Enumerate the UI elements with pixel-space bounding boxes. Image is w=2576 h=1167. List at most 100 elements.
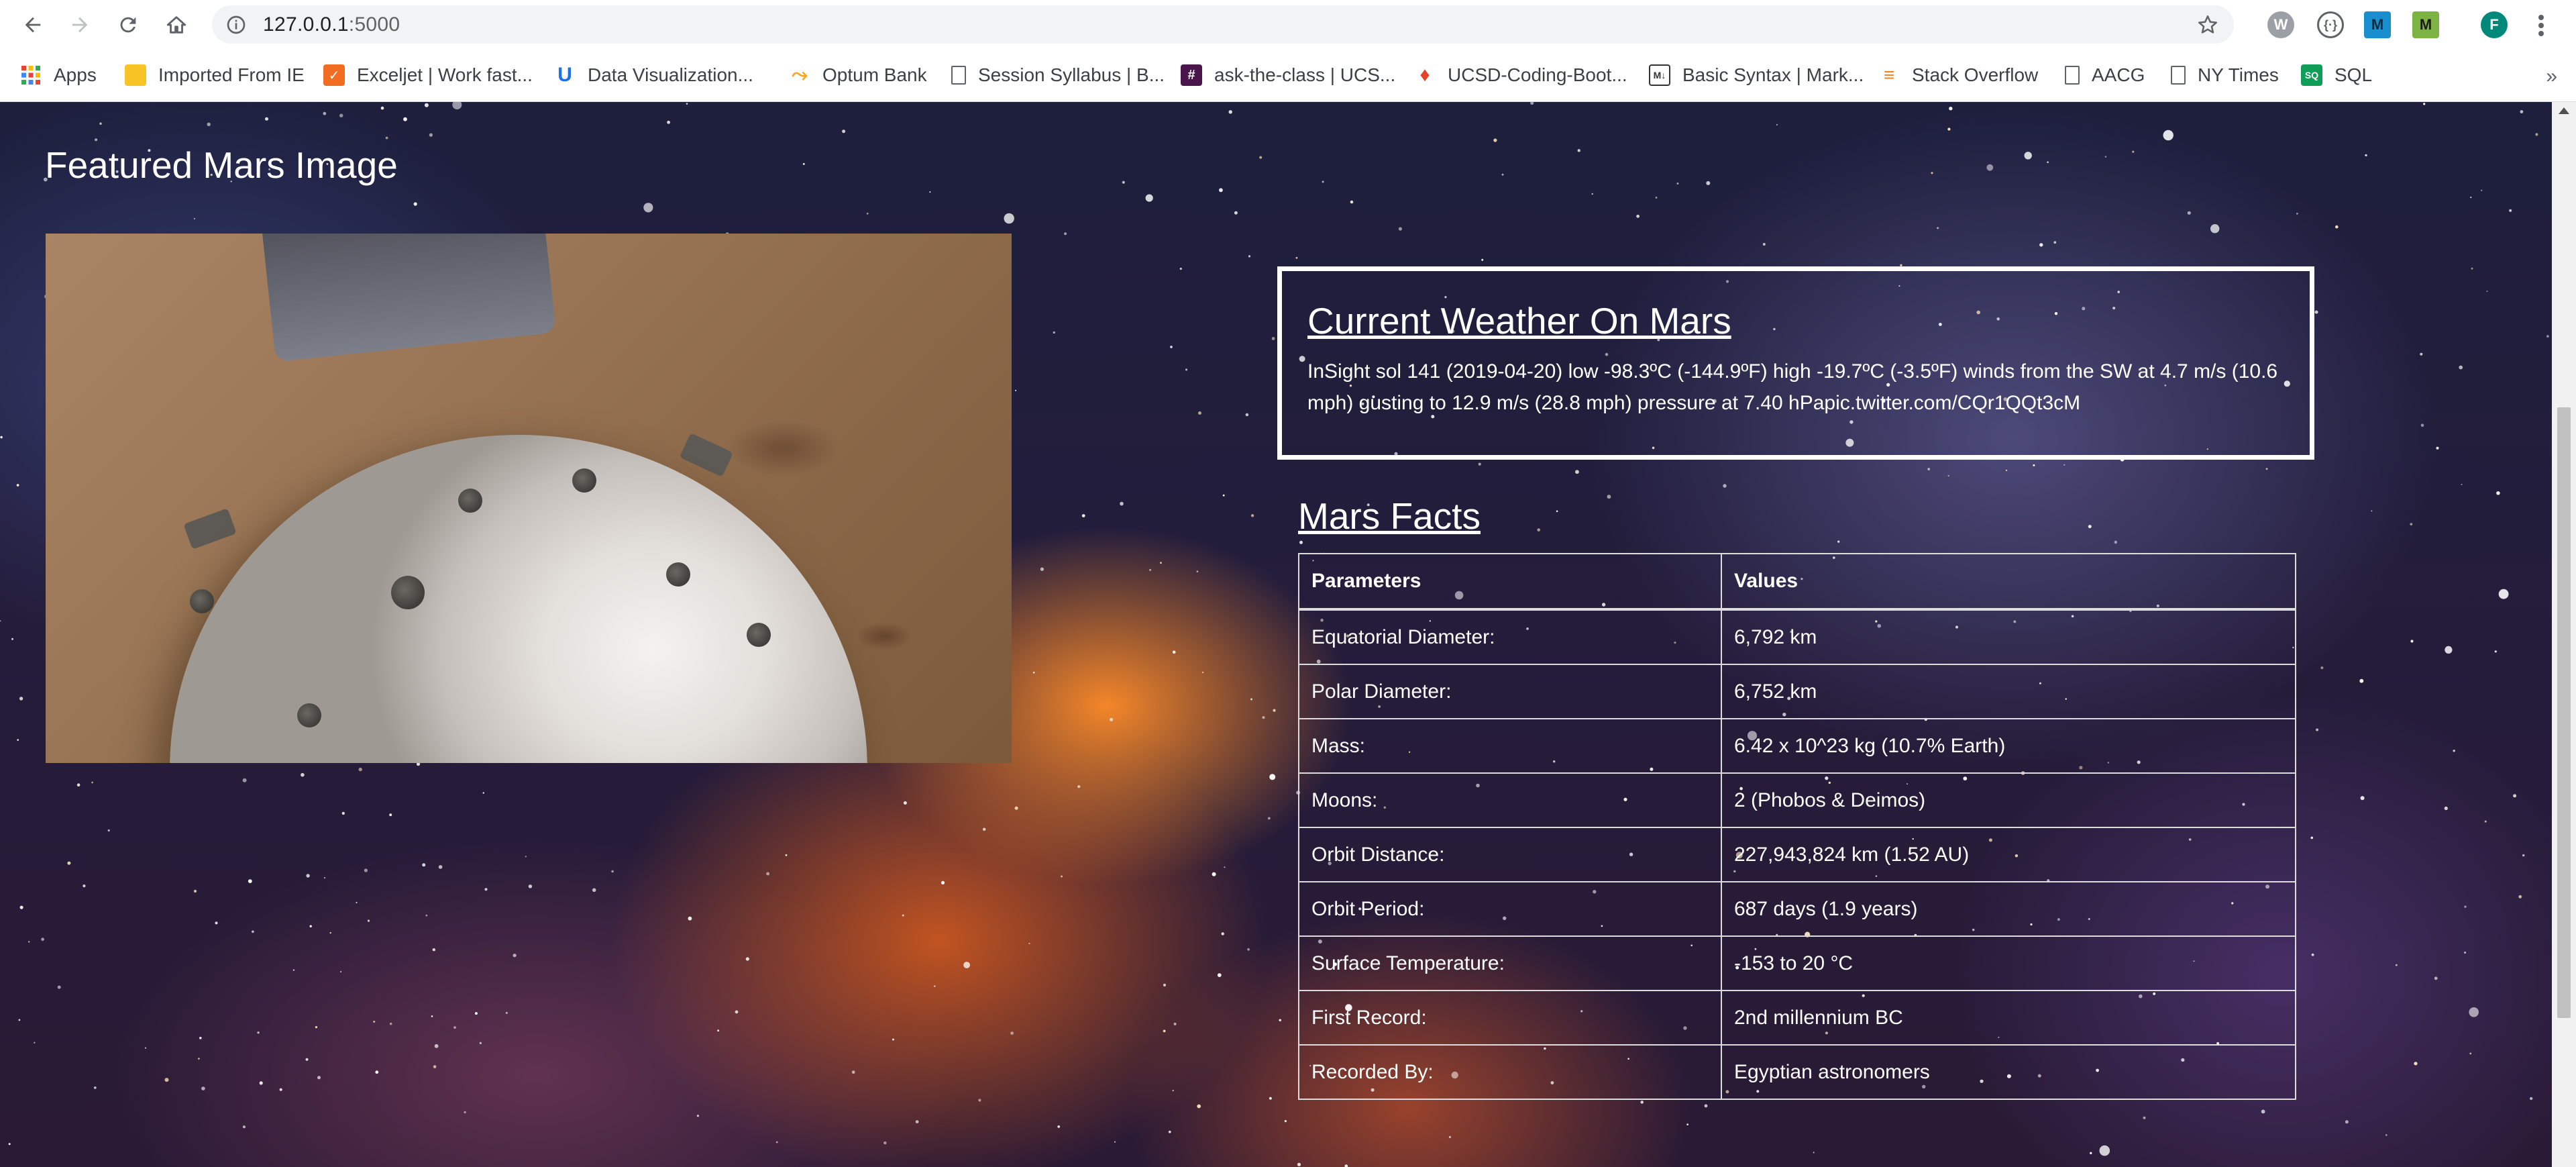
star: [1947, 474, 1949, 477]
star: [259, 1081, 263, 1085]
bookmark-data-visualization[interactable]: U Data Visualization...: [554, 62, 753, 88]
star: [929, 191, 931, 193]
star: [2470, 197, 2472, 199]
scroll-up-arrow-icon[interactable]: [2559, 107, 2569, 114]
bookmark-stack-overflow[interactable]: ≡ Stack Overflow: [1878, 62, 2038, 88]
star: [1198, 411, 1201, 415]
back-button[interactable]: [17, 9, 48, 40]
star: [323, 111, 327, 115]
table-header-row: Parameters Values: [1298, 553, 2296, 611]
bookmark-imported-from-ie[interactable]: Imported From IE: [125, 62, 305, 88]
star: [1224, 866, 1226, 868]
home-button[interactable]: [161, 9, 192, 40]
bookmark-sql[interactable]: SQ SQL: [2301, 62, 2372, 88]
star: [851, 1070, 855, 1074]
star: [1221, 932, 1224, 935]
star: [2099, 1145, 2110, 1156]
star: [802, 163, 805, 165]
dome-bolt: [572, 468, 596, 493]
info-icon[interactable]: [225, 14, 247, 36]
bookmark-star-icon[interactable]: [2196, 13, 2219, 36]
star: [717, 1029, 719, 1032]
star: [413, 202, 417, 206]
star: [305, 1058, 309, 1061]
page-scrollbar[interactable]: [2552, 102, 2576, 1167]
star: [2420, 352, 2423, 356]
star: [309, 925, 312, 927]
star: [2459, 365, 2463, 370]
reload-button[interactable]: [113, 9, 144, 40]
star: [1931, 172, 1933, 174]
page-content: Featured Mars Image Current Weather On M…: [0, 102, 2552, 1167]
star: [1776, 123, 1778, 125]
extension-w-icon[interactable]: W: [2267, 11, 2294, 38]
extension-m-blue-icon[interactable]: M: [2364, 11, 2391, 38]
star: [1040, 567, 1044, 571]
bookmark-optum-bank[interactable]: ⤳ Optum Bank: [789, 62, 927, 88]
more-menu-icon[interactable]: [2537, 13, 2545, 38]
bookmarks-overflow-icon[interactable]: »: [2546, 65, 2557, 88]
star: [367, 919, 370, 922]
star: [1228, 110, 1232, 114]
star: [1173, 1022, 1177, 1025]
star: [2039, 243, 2043, 247]
star: [1201, 671, 1204, 674]
table-cell-parameter: Polar Diameter:: [1298, 664, 1722, 719]
star: [57, 985, 61, 989]
mars-facts-table: Parameters Values Equatorial Diameter: 6,…: [1298, 553, 2296, 1100]
bookmark-aacg[interactable]: AACG: [2065, 62, 2145, 88]
star: [1530, 102, 1534, 105]
star: [1250, 698, 1252, 701]
profile-avatar[interactable]: F: [2481, 11, 2508, 38]
bookmark-ucsd-coding-boot[interactable]: ♦ UCSD-Coding-Boot...: [1414, 62, 1627, 88]
bookmark-ny-times[interactable]: NY Times: [2171, 62, 2279, 88]
bookmark-basic-syntax[interactable]: M↓ Basic Syntax | Mark...: [1649, 62, 1864, 88]
star: [2461, 483, 2463, 485]
star: [364, 868, 368, 872]
dome-foot-shape: [679, 433, 734, 477]
bookmark-label: Imported From IE: [158, 64, 305, 85]
scrollbar-thumb[interactable]: [2557, 407, 2571, 1018]
star: [941, 880, 945, 884]
star: [1222, 494, 1225, 497]
star: [643, 203, 653, 213]
star: [1245, 413, 1249, 417]
star: [1212, 872, 1216, 876]
star: [1163, 1029, 1166, 1033]
column-header: Parameters: [1298, 553, 1722, 611]
table-row: Orbit Period: 687 days (1.9 years): [1298, 881, 2296, 937]
star: [1004, 213, 1014, 224]
star: [1057, 1125, 1061, 1128]
star: [1937, 227, 1939, 230]
star: [91, 781, 94, 784]
star: [403, 117, 407, 121]
star: [11, 638, 13, 640]
star: [389, 1022, 392, 1025]
address-bar[interactable]: 127.0.0.1:5000: [212, 5, 2234, 44]
star: [766, 872, 770, 876]
bookmark-apps[interactable]: Apps: [20, 62, 97, 88]
star: [915, 1120, 919, 1123]
star: [315, 1026, 317, 1029]
extension-devtools-icon[interactable]: {·}: [2317, 11, 2344, 38]
extension-m-green-icon[interactable]: M: [2412, 11, 2439, 38]
table-row: First Record: 2nd millennium BC: [1298, 990, 2296, 1046]
bookmark-session-syllabus[interactable]: Session Syllabus | B...: [951, 62, 1165, 88]
bookmark-label: Exceljet | Work fast...: [357, 64, 533, 85]
star: [1219, 188, 1223, 193]
star: [292, 969, 295, 971]
ucsd-icon: U: [557, 64, 572, 86]
forward-button[interactable]: [64, 9, 95, 40]
star: [18, 1019, 21, 1021]
star: [340, 971, 342, 972]
star: [2114, 540, 2117, 544]
star: [883, 1141, 887, 1145]
bookmark-ask-the-class[interactable]: # ask-the-class | UCS...: [1181, 62, 1395, 88]
star: [1927, 468, 1930, 470]
mars-facts-heading: Mars Facts: [1298, 495, 1481, 537]
star: [341, 811, 345, 815]
star: [1949, 107, 1953, 111]
star: [1493, 138, 1497, 142]
star: [2496, 491, 2500, 495]
bookmark-exceljet[interactable]: ✓ Exceljet | Work fast...: [323, 62, 533, 88]
